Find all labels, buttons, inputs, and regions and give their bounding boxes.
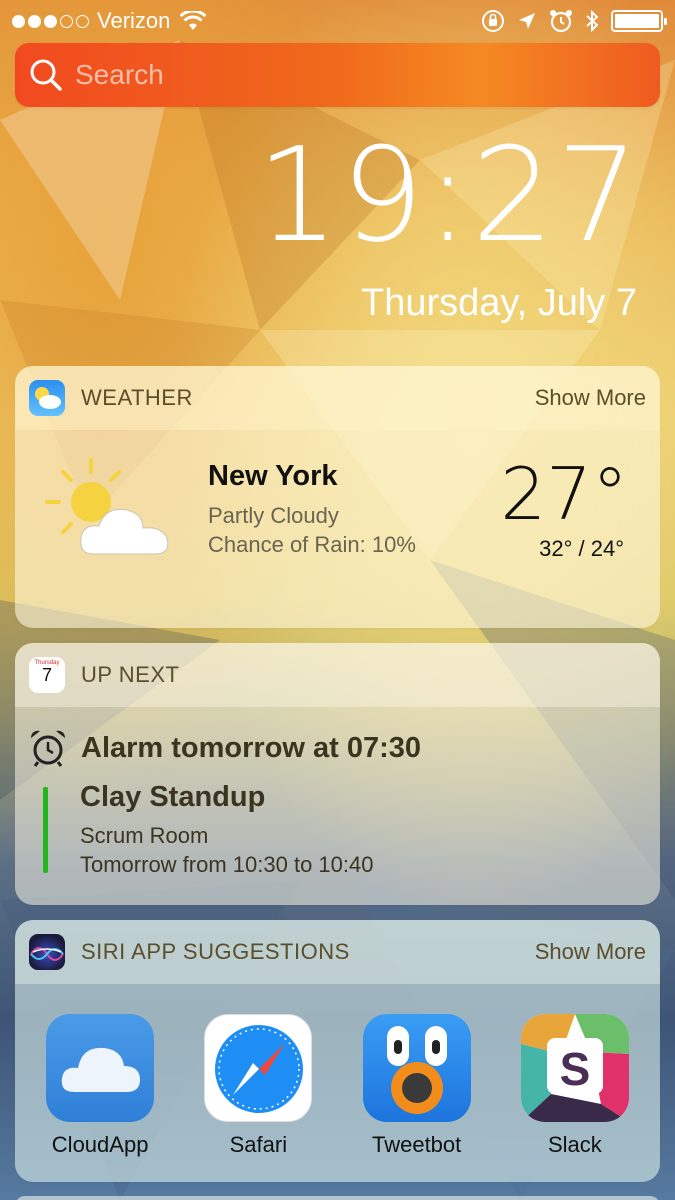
alarm-text: Alarm tomorrow at 07:30 [81, 731, 422, 764]
cloudapp-icon [46, 1014, 155, 1122]
siri-title: SIRI APP SUGGESTIONS [81, 939, 350, 964]
event-title[interactable]: Clay Standup [80, 781, 265, 814]
weather-widget[interactable]: WEATHER Show More New York Partly Cloudy… [15, 366, 660, 628]
app-suggestions: CloudApp Safari Tweetbot S Slack [15, 984, 660, 1158]
location-icon [519, 13, 535, 29]
orientation-lock-icon [482, 10, 504, 32]
app-tweetbot[interactable]: Tweetbot [352, 1014, 482, 1158]
siri-icon [29, 934, 65, 970]
app-label-tweetbot: Tweetbot [371, 1132, 462, 1157]
slack-icon: S [520, 1014, 629, 1122]
alarm-row[interactable]: Alarm tomorrow at 07:30 [29, 729, 421, 767]
siri-header: SIRI APP SUGGESTIONS Show More [15, 920, 660, 984]
safari-icon [204, 1014, 313, 1122]
siri-suggestions-widget: SIRI APP SUGGESTIONS Show More CloudApp … [15, 920, 660, 1182]
weather-temperature: 27° [500, 452, 628, 536]
app-label-cloudapp: CloudApp [51, 1132, 149, 1157]
lock-time: 19:27 [256, 119, 641, 271]
event-time: Tomorrow from 10:30 to 10:40 [80, 852, 374, 877]
app-safari[interactable]: Safari [193, 1014, 323, 1158]
event-color-bar [43, 787, 48, 873]
battery-level [615, 14, 659, 28]
weather-show-more-button[interactable]: Show More [535, 385, 646, 411]
svg-text:S: S [560, 1043, 591, 1095]
alarm-icon [550, 10, 572, 33]
weather-title: WEATHER [81, 385, 193, 410]
app-cloudapp[interactable]: CloudApp [35, 1014, 165, 1158]
carrier-name: Verizon [97, 8, 171, 33]
siri-show-more-button[interactable]: Show More [535, 939, 646, 965]
calendar-app-icon: Thursday 7 [29, 657, 65, 693]
weather-body: New York Partly Cloudy Chance of Rain: 1… [15, 430, 660, 628]
status-bar: Verizon [0, 0, 675, 42]
wifi-icon [180, 11, 207, 30]
next-widget-edge [15, 1196, 660, 1200]
tweetbot-icon [362, 1014, 471, 1122]
app-label-safari: Safari [229, 1132, 288, 1157]
up-next-title: UP NEXT [81, 662, 180, 687]
weather-city: New York [208, 460, 338, 492]
signal-strength-icon [12, 14, 89, 28]
app-slack[interactable]: S Slack [510, 1014, 640, 1158]
up-next-widget[interactable]: Thursday 7 UP NEXT Alarm tomorrow at 07:… [15, 643, 660, 905]
weather-header: WEATHER Show More [15, 366, 660, 430]
weather-condition: Partly Cloudy [208, 503, 339, 528]
alarm-clock-icon [30, 730, 66, 767]
weather-app-icon [29, 380, 65, 416]
app-label-slack: Slack [547, 1132, 602, 1157]
search-input[interactable] [75, 59, 635, 91]
event-location: Scrum Room [80, 823, 209, 848]
partly-cloudy-icon [45, 458, 169, 555]
search-bar[interactable] [15, 43, 660, 107]
calendar-date-number: 7 [41, 665, 52, 685]
battery-icon [611, 10, 667, 32]
lock-date: Thursday, July 7 [361, 282, 637, 324]
search-icon [30, 59, 62, 91]
weather-rain-chance: Chance of Rain: 10% [208, 532, 416, 557]
weather-high-low: 32° / 24° [539, 536, 624, 561]
up-next-header: Thursday 7 UP NEXT [15, 643, 660, 707]
bluetooth-icon [586, 10, 599, 32]
